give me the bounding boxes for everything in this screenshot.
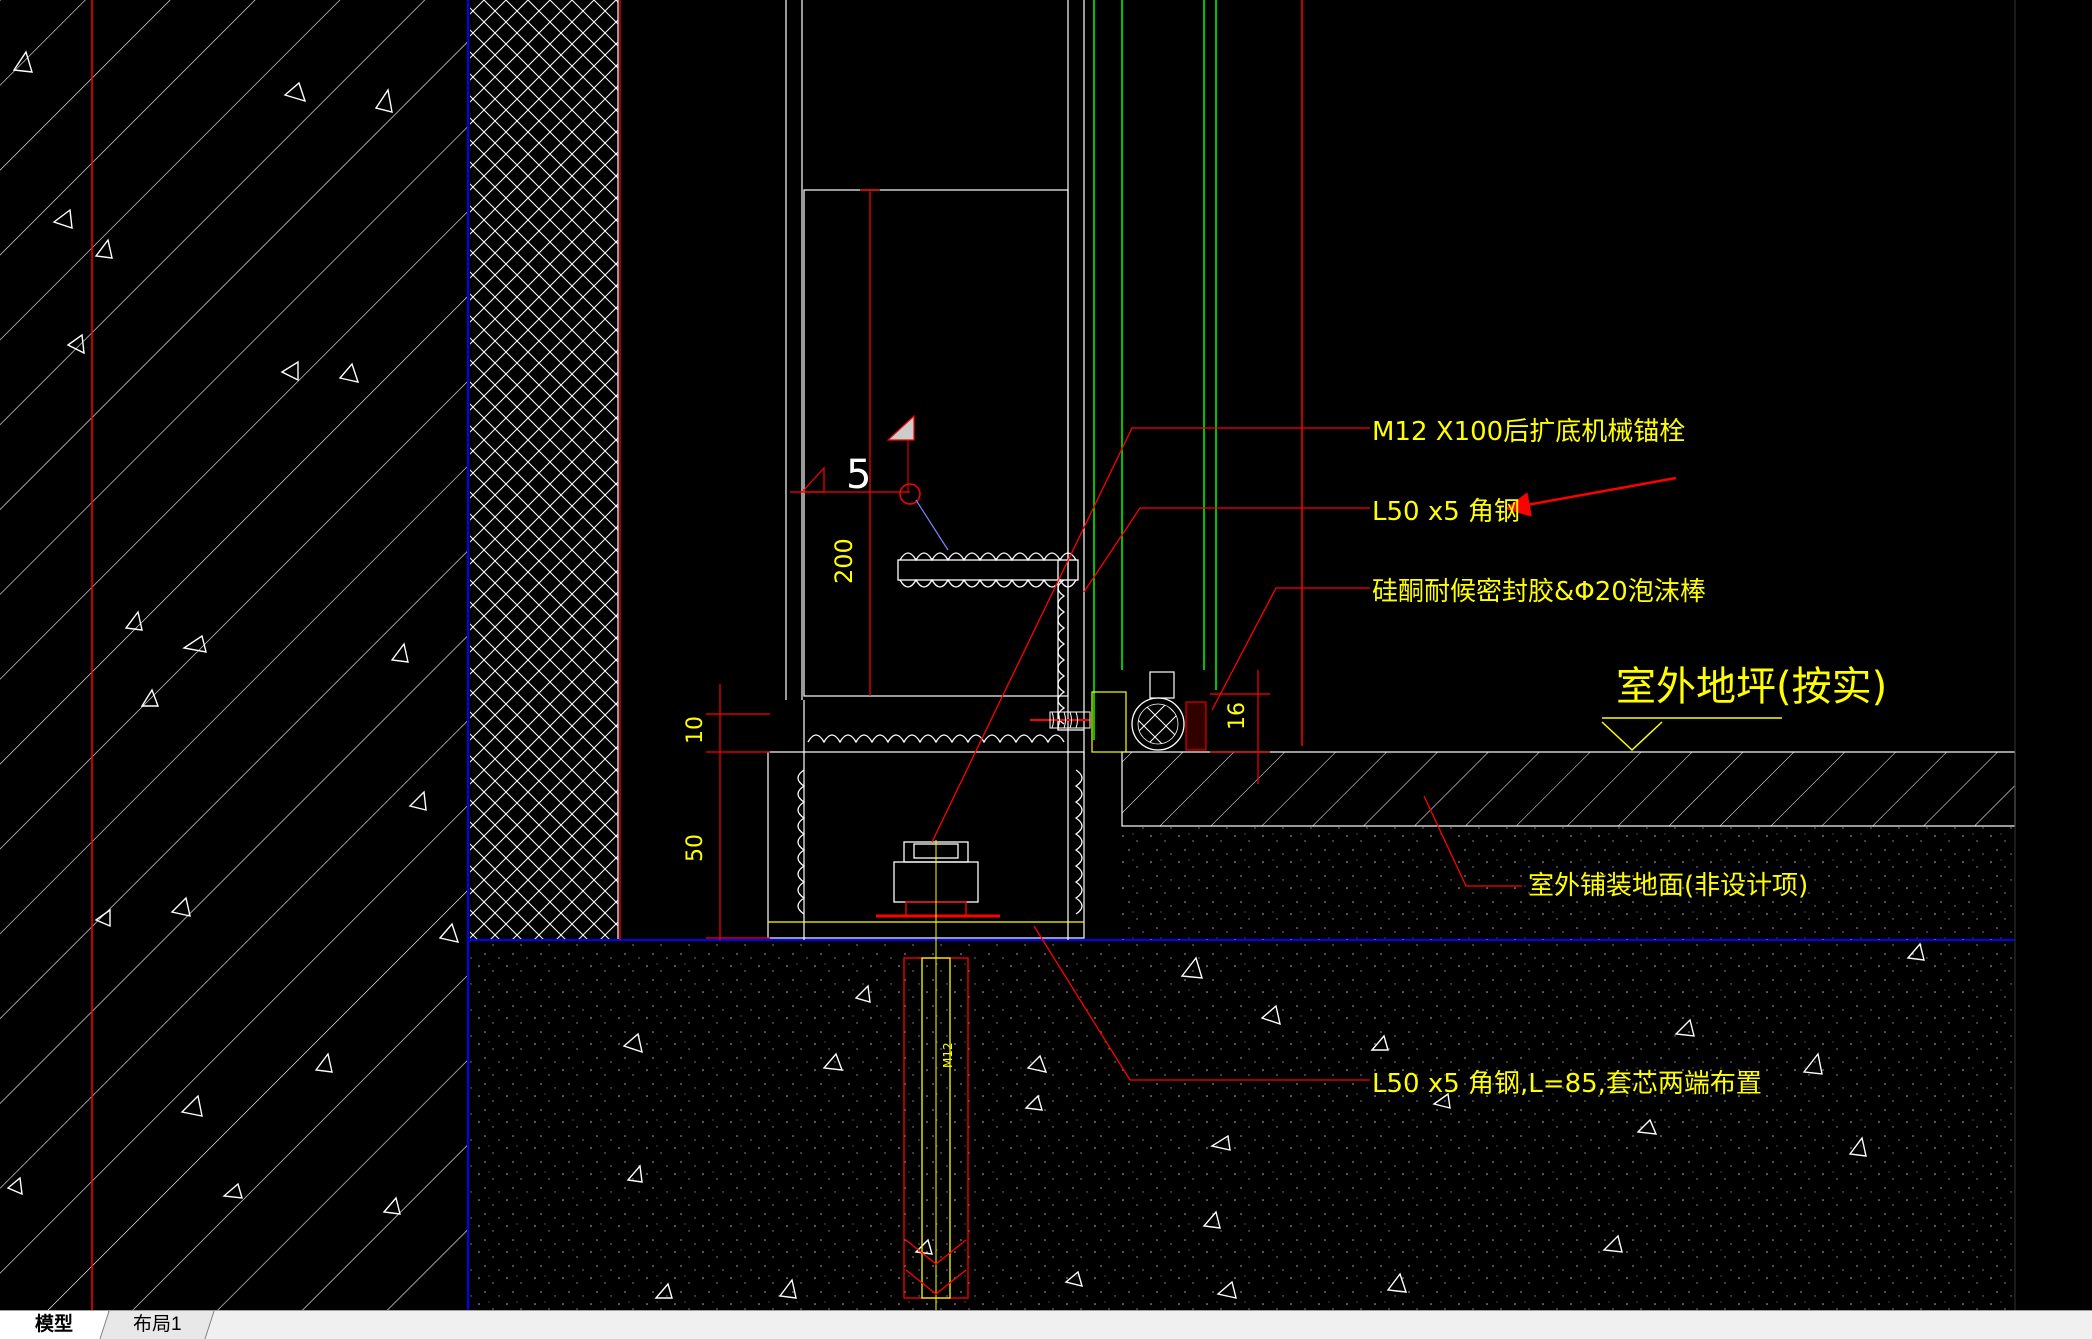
weld-size-label: 5	[846, 452, 871, 498]
insulation-layer	[470, 0, 619, 940]
label-angle-steel: L50 x5 角钢	[1372, 497, 1520, 527]
dim-50: 50	[683, 834, 708, 862]
left-wall-section	[0, 0, 469, 1310]
tab-layout1[interactable]: 布局1	[99, 1311, 215, 1339]
dim-16: 16	[1225, 702, 1250, 730]
cad-model-viewport[interactable]: M12 X100后扩底机械锚栓 L50 x5 角钢 硅酮耐候密封胶&Φ20泡沫棒…	[0, 0, 2092, 1310]
grade-symbol	[1601, 717, 1782, 752]
dim-200: 200	[830, 538, 858, 584]
tab-layout1-label: 布局1	[132, 1314, 182, 1335]
label-outdoor-grade: 室外地坪(按实)	[1616, 664, 1887, 710]
label-outdoor-paving: 室外铺装地面(非设计项)	[1528, 871, 1808, 901]
layout-tab-bar: 模型 布局1	[0, 1310, 2092, 1339]
glass-panel	[1093, 0, 1303, 746]
angle-steel-weld	[797, 552, 1084, 915]
label-angle-steel-sleeve: L50 x5 角钢,L=85,套芯两端布置	[1372, 1069, 1762, 1099]
label-anchor-bolt: M12 X100后扩底机械锚栓	[1372, 417, 1685, 447]
label-sealant: 硅酮耐候密封胶&Φ20泡沫棒	[1372, 577, 1706, 607]
foundation-concrete	[468, 939, 2015, 1310]
cad-drawing-canvas[interactable]: M12 X100后扩底机械锚栓 L50 x5 角钢 硅酮耐候密封胶&Φ20泡沫棒…	[0, 0, 2092, 1310]
tab-model[interactable]: 模型	[0, 1311, 109, 1339]
dim-10: 10	[683, 716, 708, 744]
bolt-size-label: M12	[941, 1042, 955, 1068]
sealant-foam-rod	[1030, 671, 1207, 753]
